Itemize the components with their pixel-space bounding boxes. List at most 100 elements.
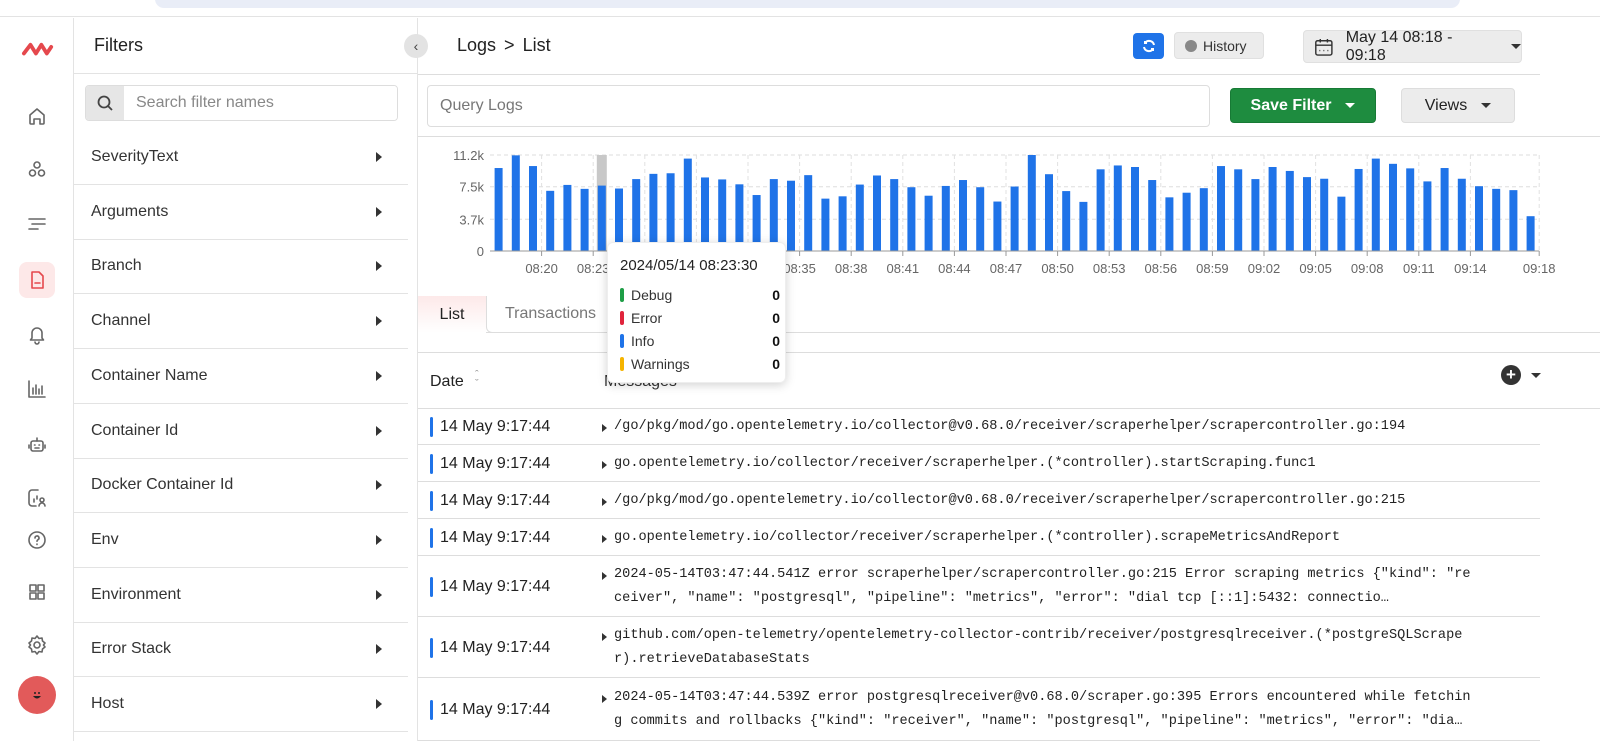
nav-services[interactable] — [19, 152, 55, 188]
row-message: 2024-05-14T03:47:44.539Z error postgresq… — [614, 689, 1471, 705]
calendar-icon — [1315, 38, 1333, 56]
table-row[interactable]: 14 May 9:17:44 go.opentelemetry.io/collec… — [418, 445, 1540, 482]
bar — [907, 187, 916, 251]
bar — [683, 158, 692, 251]
filter-item[interactable]: Container Id — [74, 404, 408, 459]
column-date[interactable]: Date — [430, 373, 464, 391]
dashboards-icon — [28, 380, 46, 398]
add-column-button[interactable]: + — [1501, 365, 1521, 385]
nav-logs[interactable] — [19, 262, 55, 298]
nav-alerts[interactable] — [19, 316, 55, 352]
bar — [993, 201, 1002, 251]
bar — [924, 195, 933, 251]
filter-item[interactable]: Docker Container Id — [74, 458, 408, 514]
bar — [511, 155, 520, 251]
table-row[interactable]: 14 May 9:17:44 github.com/open-telemetry/… — [418, 617, 1540, 678]
save-filter-label: Save Filter — [1250, 96, 1332, 114]
x-tick-label: 09:11 — [1403, 261, 1435, 276]
bar — [1354, 168, 1363, 251]
bar — [1045, 174, 1053, 251]
breadcrumb: Logs > List — [457, 35, 559, 56]
bar — [1148, 180, 1157, 251]
filter-item[interactable]: Channel — [74, 294, 408, 350]
nav-robot[interactable] — [19, 427, 55, 463]
table-row[interactable]: 14 May 9:17:44/go/pkg/mod/go.opentelemet… — [418, 408, 1540, 445]
filter-item[interactable]: Error Stack — [74, 622, 408, 678]
services-icon — [28, 161, 46, 177]
filter-item[interactable]: Arguments — [74, 185, 408, 240]
nav-help[interactable] — [19, 522, 55, 558]
x-tick-label: 08:56 — [1145, 261, 1178, 276]
bar — [597, 185, 606, 251]
bar — [546, 190, 555, 251]
expand-caret-icon[interactable] — [602, 497, 607, 506]
series-name: Info — [631, 333, 655, 349]
search-filter-input[interactable] — [124, 86, 397, 120]
nav-home[interactable] — [19, 98, 55, 134]
log-volume-chart[interactable]: 03.7k7.5k11.2k08:2008:2308:2608:2908:320… — [418, 140, 1600, 290]
nav-user-insights[interactable] — [19, 480, 55, 516]
series-swatch — [620, 357, 624, 371]
nav-dashboards[interactable] — [19, 371, 55, 407]
bar — [1440, 168, 1449, 251]
query-logs-input[interactable] — [427, 85, 1210, 127]
expand-caret-icon[interactable] — [602, 694, 607, 703]
table-row[interactable]: 14 May 9:17:44 go.opentelemetry.io/collec… — [418, 519, 1540, 556]
bar — [1251, 179, 1260, 251]
bar — [1475, 186, 1483, 251]
caret-down-icon — [1511, 44, 1521, 49]
table-row[interactable]: 14 May 9:17:44 2024-05-14T03:47:44.541Z e… — [418, 556, 1540, 617]
sort-icon[interactable]: ˆˇ — [475, 370, 479, 390]
expand-caret-icon[interactable] — [602, 534, 607, 543]
expand-caret-icon[interactable] — [602, 571, 607, 580]
x-tick-label: 08:38 — [835, 261, 868, 276]
expand-caret-icon[interactable] — [602, 632, 607, 641]
caret-down-icon[interactable] — [1531, 373, 1541, 378]
bar — [1389, 163, 1397, 251]
browser-strip — [0, 0, 1600, 17]
filter-item[interactable]: Host — [74, 677, 408, 732]
nav-traces[interactable] — [19, 206, 55, 242]
nav-settings[interactable] — [19, 627, 55, 663]
refresh-button[interactable] — [1133, 33, 1164, 59]
bar — [1337, 196, 1346, 251]
table-row[interactable]: 14 May 9:17:44/go/pkg/mod/go.opentelemet… — [418, 482, 1540, 519]
divider — [418, 74, 1540, 75]
address-bar[interactable] — [155, 0, 1460, 8]
views-button[interactable]: Views — [1401, 88, 1515, 123]
user-avatar[interactable] — [18, 676, 56, 714]
tab-transactions[interactable]: Transactions — [486, 296, 626, 333]
severity-indicator — [430, 637, 433, 658]
chart-tooltip: 2024/05/14 08:23:30 Debug 0 Error 0 Info 0 War… — [607, 242, 786, 383]
filter-item[interactable]: SeverityText — [74, 130, 408, 185]
filter-item-label: Container Id — [91, 421, 179, 439]
tab-list[interactable]: List — [418, 296, 486, 333]
filter-item[interactable]: Branch — [74, 239, 408, 295]
filter-item[interactable]: Environment — [74, 568, 408, 623]
filter-item[interactable]: Env — [74, 513, 408, 568]
x-tick-label: 08:35 — [783, 261, 816, 276]
bar — [563, 184, 572, 251]
bar — [1182, 192, 1191, 251]
bar — [1457, 178, 1466, 251]
series-name: Error — [631, 310, 663, 326]
filters-panel: Filters SeverityText Arguments Branch Chann… — [74, 18, 418, 741]
table-row[interactable]: 14 May 9:17:44 2024-05-14T03:47:44.539Z e… — [418, 678, 1540, 741]
bar — [649, 173, 658, 251]
bar — [632, 179, 641, 251]
breadcrumb-logs[interactable]: Logs — [457, 35, 496, 55]
expand-caret-icon[interactable] — [602, 460, 607, 469]
date-range-picker[interactable]: May 14 08:18 - 09:18 — [1303, 29, 1522, 64]
filter-item[interactable]: Container Name — [74, 349, 408, 404]
brand-logo[interactable] — [19, 30, 55, 66]
nav-apps-grid[interactable] — [19, 574, 55, 610]
history-button[interactable]: History — [1174, 32, 1264, 59]
filter-item-label: Error Stack — [91, 640, 172, 658]
expand-caret-icon[interactable] — [602, 423, 607, 432]
save-filter-button[interactable]: Save Filter — [1230, 88, 1376, 123]
filter-item-label: Branch — [91, 257, 142, 275]
history-label: History — [1203, 37, 1247, 54]
x-tick-label: 08:59 — [1196, 261, 1229, 276]
collapse-panel-button[interactable]: ‹ — [404, 34, 428, 58]
alerts-icon — [29, 327, 45, 345]
